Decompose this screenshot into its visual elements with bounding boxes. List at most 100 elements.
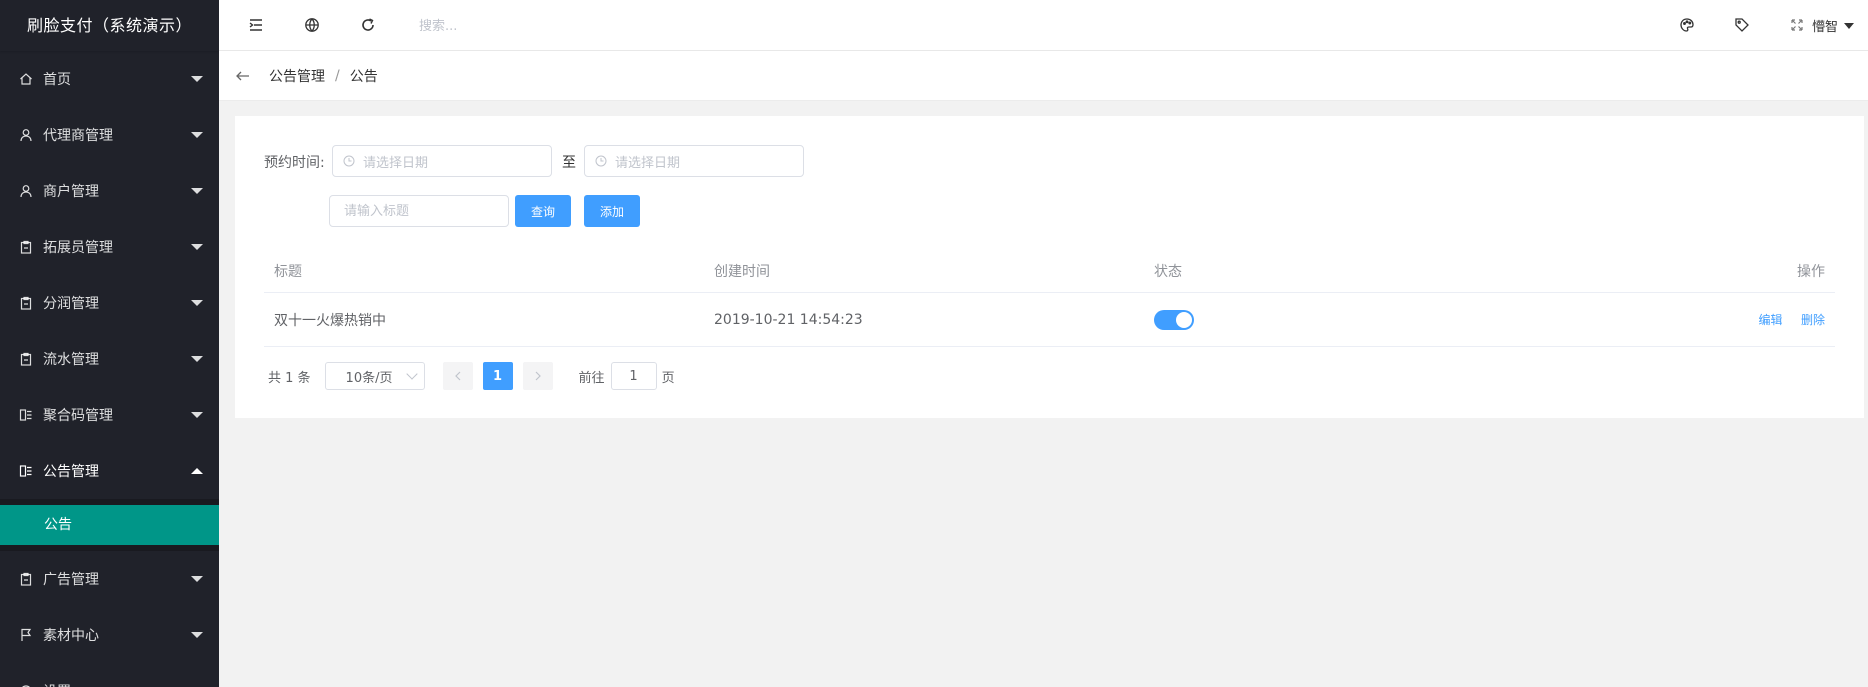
- caret-down-icon: [191, 412, 203, 418]
- cell-title: 双十一火爆热销中: [274, 312, 386, 329]
- sidebar-item-promoters[interactable]: 拓展员管理: [0, 219, 219, 275]
- add-button[interactable]: 添加: [584, 195, 640, 227]
- breadcrumb-current: 公告: [349, 68, 378, 85]
- username: 懵智: [1811, 20, 1838, 35]
- clipboard-icon: [19, 296, 33, 310]
- top-header: 懵智: [219, 0, 1868, 51]
- date-label: 预约时间:: [264, 155, 325, 171]
- submenu-announcements: 公告: [0, 499, 219, 551]
- refresh-icon[interactable]: [359, 16, 377, 34]
- sidebar-item-settings[interactable]: 设置: [0, 663, 219, 687]
- back-arrow-icon[interactable]: [235, 68, 251, 84]
- caret-down-icon: [191, 300, 203, 306]
- clipboard-icon: [19, 572, 33, 586]
- status-toggle[interactable]: [1154, 309, 1194, 330]
- menu-collapse-icon[interactable]: [247, 16, 265, 34]
- caret-down-icon: [191, 188, 203, 194]
- sidebar-item-profit[interactable]: 分润管理: [0, 275, 219, 331]
- palette-icon[interactable]: [1678, 16, 1696, 34]
- sidebar-item-transactions[interactable]: 流水管理: [0, 331, 219, 387]
- breadcrumb-parent[interactable]: 公告管理: [269, 66, 325, 86]
- column-header-created: 创建时间: [714, 263, 770, 280]
- sidebar-item-qrcodes[interactable]: 聚合码管理: [0, 387, 219, 443]
- clock-icon: [595, 155, 607, 167]
- goto-page-input[interactable]: [610, 362, 657, 390]
- tag-icon[interactable]: [1733, 16, 1751, 34]
- sidebar-item-label: 代理商管理: [43, 128, 113, 144]
- home-icon: [19, 72, 33, 86]
- flag-icon: [19, 628, 33, 642]
- page-size-select[interactable]: 10条/页: [324, 362, 425, 390]
- sidebar-item-label: 首页: [43, 72, 71, 88]
- clock-icon: [343, 155, 355, 167]
- page-suffix: 页: [661, 370, 675, 386]
- end-date-placeholder: 请选择日期: [615, 155, 681, 171]
- column-header-status: 状态: [1154, 263, 1182, 280]
- app-title: 刷脸支付（系统演示）: [0, 0, 219, 51]
- sidebar-item-label: 商户管理: [43, 184, 99, 200]
- sidebar-item-label: 聚合码管理: [43, 408, 113, 424]
- caret-down-icon: [191, 76, 203, 82]
- list-icon: [19, 408, 33, 422]
- sidebar-item-merchants[interactable]: 商户管理: [0, 163, 219, 219]
- sidebar-subitem-announcement[interactable]: 公告: [0, 505, 219, 545]
- sidebar: 刷脸支付（系统演示） 首页 代理商管理 商户管理 拓展员管理 分润管理 流水管理…: [0, 0, 219, 687]
- sidebar-item-label: 流水管理: [43, 352, 99, 368]
- caret-down-icon: [191, 132, 203, 138]
- cell-actions: 编辑 删除: [1584, 311, 1835, 328]
- pagination-total: 共 1 条: [268, 370, 311, 386]
- globe-icon[interactable]: [303, 16, 321, 34]
- caret-down-icon: [191, 576, 203, 582]
- prev-page-button[interactable]: [442, 362, 473, 390]
- title-search-input[interactable]: [329, 195, 509, 227]
- sidebar-item-label: 设置: [43, 681, 71, 687]
- chevron-left-icon: [454, 371, 460, 381]
- delete-link[interactable]: 删除: [1801, 313, 1825, 327]
- sidebar-item-label: 公告管理: [43, 464, 99, 480]
- table-row: 双十一火爆热销中 2019-10-21 14:54:23 编辑 删除: [264, 293, 1835, 347]
- caret-down-icon: [1844, 22, 1854, 29]
- sidebar-item-label: 素材中心: [43, 628, 99, 644]
- toggle-knob: [1176, 311, 1192, 328]
- breadcrumb-separator: /: [335, 67, 340, 84]
- sidebar-item-agents[interactable]: 代理商管理: [0, 107, 219, 163]
- edit-link[interactable]: 编辑: [1759, 313, 1783, 327]
- cell-status: [1144, 309, 1584, 330]
- user-icon: [19, 128, 33, 142]
- start-date-picker[interactable]: 请选择日期: [332, 145, 552, 177]
- column-header-title: 标题: [274, 263, 302, 280]
- cell-created: 2019-10-21 14:54:23: [714, 311, 863, 328]
- chevron-right-icon: [535, 371, 541, 381]
- page-number-current[interactable]: 1: [482, 362, 513, 390]
- column-header-actions: 操作: [1797, 263, 1825, 280]
- breadcrumb: 公告管理 / 公告: [219, 51, 1868, 101]
- start-date-placeholder: 请选择日期: [363, 155, 429, 171]
- clipboard-icon: [19, 240, 33, 254]
- content-card: 预约时间: 请选择日期 至 请选择日期 查询 添加 标题 创建时间 状态 操作 …: [235, 116, 1864, 418]
- sidebar-item-label: 广告管理: [43, 572, 99, 588]
- clipboard-icon: [19, 352, 33, 366]
- query-button[interactable]: 查询: [515, 195, 571, 227]
- caret-down-icon: [191, 356, 203, 362]
- caret-up-icon: [191, 468, 203, 474]
- caret-down-icon: [191, 632, 203, 638]
- sidebar-item-ads[interactable]: 广告管理: [0, 551, 219, 607]
- user-icon: [19, 184, 33, 198]
- sidebar-item-label: 分润管理: [43, 296, 99, 312]
- date-range-separator: 至: [562, 155, 576, 171]
- table-header: 标题 创建时间 状态 操作: [264, 249, 1835, 293]
- sidebar-item-announcements[interactable]: 公告管理: [0, 443, 219, 499]
- sidebar-item-home[interactable]: 首页: [0, 51, 219, 107]
- goto-label: 前往: [578, 370, 605, 386]
- user-menu[interactable]: 懵智: [1812, 16, 1854, 35]
- sidebar-item-materials[interactable]: 素材中心: [0, 607, 219, 663]
- end-date-picker[interactable]: 请选择日期: [584, 145, 804, 177]
- page-size-value: 10条/页: [345, 370, 393, 386]
- list-icon: [19, 464, 33, 478]
- pagination: 共 1 条 10条/页 1 前往 页: [268, 362, 675, 390]
- search-input[interactable]: [419, 14, 639, 38]
- chevron-down-icon: [405, 368, 418, 380]
- sidebar-item-label: 拓展员管理: [43, 240, 113, 256]
- fullscreen-icon[interactable]: [1788, 16, 1806, 34]
- next-page-button[interactable]: [522, 362, 553, 390]
